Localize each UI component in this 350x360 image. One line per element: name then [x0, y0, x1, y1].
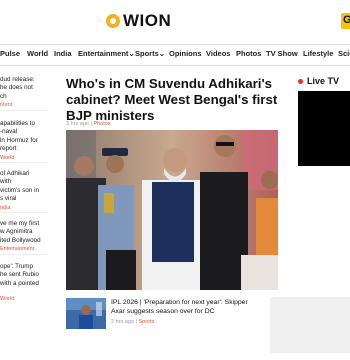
ministers-photo — [66, 130, 278, 290]
main-story-headline[interactable]: Who's in CM Suvendu Adhikari's cabinet? … — [66, 76, 291, 124]
second-story-meta: 2 hrs ago | Sports — [111, 319, 155, 325]
sidebar-story[interactable]: ope': Trump he sent Rubio with a pointed… — [0, 263, 48, 304]
nav-item-pulse[interactable]: Pulse — [0, 49, 20, 58]
main-nav: Pulse World India Entertainment⌄ Sports⌄… — [0, 44, 350, 66]
main-story-meta: 3 hrs ago | Photos — [66, 121, 111, 127]
main-story-image[interactable] — [66, 130, 278, 290]
cricketer-photo — [66, 298, 106, 329]
sidebar-story[interactable]: apabilities to -naval ln Hormuz for repo… — [0, 120, 48, 164]
nav-item-india[interactable]: India — [54, 49, 72, 58]
nav-item-entertainment[interactable]: Entertainment⌄ — [78, 49, 135, 58]
sidebar-category[interactable]: World — [0, 295, 48, 303]
second-story-category[interactable]: Sports — [138, 319, 154, 325]
wion-logo-icon — [106, 14, 120, 28]
site-header: WION G — [0, 0, 350, 40]
sidebar-category[interactable]: World — [0, 154, 48, 162]
main-story-category[interactable]: Photos — [93, 121, 110, 127]
sidebar-category[interactable]: ndia — [0, 204, 48, 212]
nav-item-photos[interactable]: Photos — [236, 49, 261, 58]
nav-item-videos[interactable]: Videos — [206, 49, 230, 58]
sidebar-category[interactable]: ntent — [0, 101, 48, 109]
sidebar-story[interactable]: of Adhikari with victim's son in s viral… — [0, 170, 48, 214]
nav-item-world[interactable]: World — [27, 49, 48, 58]
live-tv-header[interactable]: Live TV — [298, 76, 339, 86]
sidebar-story[interactable]: ve me my first w Agnimitra ited Bollywoo… — [0, 220, 48, 255]
second-story-time: 2 hrs ago — [111, 319, 134, 325]
nav-item-lifestyle[interactable]: Lifestyle — [303, 49, 333, 58]
chevron-down-icon: ⌄ — [158, 49, 166, 58]
live-dot-icon — [298, 78, 303, 84]
nav-item-science[interactable]: Scie — [338, 49, 350, 58]
nav-item-opinions[interactable]: Opinions — [169, 49, 202, 58]
chevron-down-icon: ⌄ — [128, 49, 135, 58]
sidebar-story[interactable]: dud release: he does not ch ntent — [0, 76, 48, 111]
ad-placeholder — [270, 297, 350, 353]
live-tv-player[interactable] — [298, 91, 350, 166]
wion-logo[interactable]: WION — [106, 11, 172, 30]
live-tv-label: Live TV — [307, 76, 340, 86]
main-story-time: 3 hrs ago — [66, 121, 89, 127]
brand-name: WION — [123, 11, 172, 30]
nav-item-tv-show[interactable]: TV Show — [266, 49, 298, 58]
second-story-title[interactable]: IPL 2026 | 'Preparation for next year': … — [111, 299, 261, 316]
sidebar-category[interactable]: Entertainment — [0, 245, 48, 253]
nav-item-sports[interactable]: Sports⌄ — [135, 49, 165, 58]
header-right-button[interactable]: G — [341, 13, 350, 29]
second-story-image[interactable] — [66, 298, 106, 329]
